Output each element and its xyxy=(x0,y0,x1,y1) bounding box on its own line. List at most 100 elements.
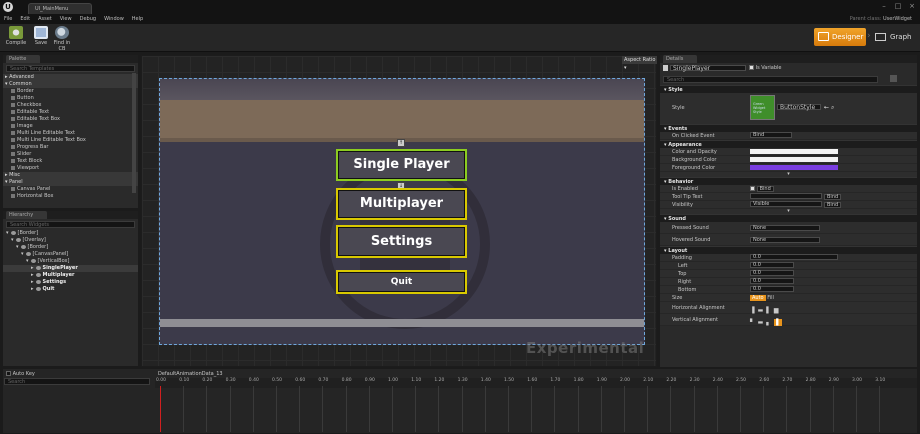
menu-help[interactable]: Help xyxy=(132,14,143,24)
v-align-buttons[interactable]: ▘▬▖▐ xyxy=(750,317,782,329)
quit-button[interactable]: Quit xyxy=(336,270,467,294)
menu-debug[interactable]: Debug xyxy=(80,14,96,24)
details-search-input[interactable]: Search xyxy=(663,76,878,83)
tooltip-bind-dropdown[interactable]: Bind xyxy=(824,194,842,200)
palette-item-border[interactable]: Border xyxy=(3,88,138,95)
is-enabled-bind-dropdown[interactable]: Bind xyxy=(756,185,774,192)
eye-icon[interactable] xyxy=(35,265,41,270)
palette-item-viewport[interactable]: Viewport xyxy=(3,165,138,172)
section-layout[interactable]: ▾ Layout xyxy=(660,246,917,254)
style-asset-dropdown[interactable]: ButtonStyle xyxy=(777,104,821,111)
palette-item-multiline-text[interactable]: Multi Line Editable Text xyxy=(3,130,138,137)
hierarchy-node-border-inner[interactable]: ▾ [Border] xyxy=(3,244,138,251)
palette-category-advanced[interactable]: ▸ Advanced xyxy=(3,74,138,81)
palette-category-panel[interactable]: ▾ Panel xyxy=(3,179,138,186)
section-events[interactable]: ▾ Events xyxy=(660,124,917,132)
hierarchy-search-input[interactable]: Search Widgets xyxy=(6,221,135,228)
hierarchy-node-settings[interactable]: ▸ Settings xyxy=(3,279,138,286)
eye-icon[interactable] xyxy=(35,279,41,284)
palette-item-multiline-text-box[interactable]: Multi Line Editable Text Box xyxy=(3,137,138,144)
eye-icon[interactable] xyxy=(35,286,41,291)
details-tab[interactable]: Details xyxy=(663,55,698,63)
padding-top-field[interactable]: 0.0 xyxy=(750,270,794,276)
palette-item-text-block[interactable]: Text Block xyxy=(3,158,138,165)
graph-mode-button[interactable]: Graph xyxy=(872,28,918,46)
find-in-cb-button[interactable]: Find in CB xyxy=(50,26,74,52)
eye-icon[interactable] xyxy=(10,230,16,235)
timeline-search-input[interactable]: Search xyxy=(4,378,150,385)
visibility-dropdown[interactable]: Visible xyxy=(750,201,822,207)
menu-file[interactable]: File xyxy=(4,14,12,24)
aspect-ratio-dropdown[interactable]: Aspect Ratio ▾ xyxy=(622,56,657,71)
palette-search-input[interactable]: Search Templates xyxy=(6,65,135,72)
palette-item-image[interactable]: Image xyxy=(3,123,138,130)
palette-item-slider[interactable]: Slider xyxy=(3,151,138,158)
padding-left-field[interactable]: 0.0 xyxy=(750,262,794,268)
hovered-sound-dropdown[interactable]: None xyxy=(750,237,820,243)
foreground-color-swatch[interactable] xyxy=(750,165,838,170)
use-asset-icon[interactable]: ← xyxy=(824,104,829,111)
eye-icon[interactable] xyxy=(30,258,36,263)
minimize-icon[interactable]: – xyxy=(878,2,890,11)
palette-item-canvas-panel[interactable]: Canvas Panel xyxy=(3,186,138,193)
single-player-button[interactable]: Single Player xyxy=(336,149,467,181)
eye-icon[interactable] xyxy=(25,251,31,256)
eye-icon[interactable] xyxy=(35,272,41,277)
hierarchy-tab[interactable]: Hierarchy xyxy=(6,211,48,219)
palette-tab[interactable]: Palette xyxy=(6,55,41,63)
palette-scrollbar[interactable] xyxy=(132,73,136,193)
palette-item-progress-bar[interactable]: Progress Bar xyxy=(3,144,138,151)
color-opacity-swatch[interactable] xyxy=(750,149,838,154)
menu-edit[interactable]: Edit xyxy=(20,14,30,24)
padding-right-field[interactable]: 0.0 xyxy=(750,278,794,284)
designer-mode-button[interactable]: Designer xyxy=(814,28,866,46)
background-color-swatch[interactable] xyxy=(750,157,838,162)
multiplayer-button[interactable]: Multiplayer xyxy=(336,188,467,220)
hierarchy-node-canvaspanel[interactable]: ▾ [CanvasPanel] xyxy=(3,251,138,258)
eye-icon[interactable] xyxy=(20,244,26,249)
menu-window[interactable]: Window xyxy=(104,14,124,24)
hierarchy-node-overlay[interactable]: ▾ [Overlay] xyxy=(3,237,138,244)
on-clicked-bind-dropdown[interactable]: Bind xyxy=(750,132,792,138)
playhead[interactable] xyxy=(160,386,161,432)
hierarchy-node-multiplayer[interactable]: ▸ Multiplayer xyxy=(3,272,138,279)
palette-item-horizontal-box[interactable]: Horizontal Box xyxy=(3,193,138,200)
document-tab[interactable]: UI_MainMenu xyxy=(28,3,92,14)
palette-item-editable-text-box[interactable]: Editable Text Box xyxy=(3,116,138,123)
is-enabled-checkbox[interactable] xyxy=(750,186,755,191)
eye-icon[interactable] xyxy=(15,237,21,242)
auto-key-toggle[interactable]: Auto Key xyxy=(6,371,35,377)
pressed-sound-dropdown[interactable]: None xyxy=(750,225,820,231)
compile-button[interactable]: Compile xyxy=(3,26,29,50)
padding-bottom-field[interactable]: 0.0 xyxy=(750,286,794,292)
hierarchy-node-verticalbox[interactable]: ▾ [VerticalBox] xyxy=(3,258,138,265)
section-style[interactable]: ▾ Style xyxy=(660,85,917,93)
close-icon[interactable]: × xyxy=(906,2,918,11)
palette-item-editable-text[interactable]: Editable Text xyxy=(3,109,138,116)
palette-category-common[interactable]: ▾ Common xyxy=(3,81,138,88)
maximize-icon[interactable]: □ xyxy=(892,2,904,11)
section-behavior[interactable]: ▾ Behavior xyxy=(660,177,917,185)
style-thumbnail[interactable]: Green Widget Style xyxy=(750,95,775,120)
palette-item-checkbox[interactable]: Checkbox xyxy=(3,102,138,109)
palette-category-misc[interactable]: ▸ Misc xyxy=(3,172,138,179)
is-variable-checkbox[interactable]: Is Variable xyxy=(749,65,782,71)
tooltip-text-field[interactable] xyxy=(750,193,822,199)
palette-item-button[interactable]: Button xyxy=(3,95,138,102)
size-fill-button[interactable]: Fill xyxy=(767,295,774,301)
menu-asset[interactable]: Asset xyxy=(38,14,52,24)
hierarchy-node-border[interactable]: ▾ [Border] xyxy=(3,230,138,237)
section-appearance[interactable]: ▾ Appearance xyxy=(660,140,917,148)
hierarchy-node-singleplayer[interactable]: ▸ SinglePlayer xyxy=(3,265,138,272)
widget-name-field[interactable]: SinglePlayer xyxy=(670,65,746,72)
hierarchy-node-quit[interactable]: ▸ Quit xyxy=(3,286,138,293)
view-options-icon[interactable] xyxy=(890,75,897,82)
anchor-handle-icon[interactable]: ↑ xyxy=(397,139,405,147)
section-sound[interactable]: ▾ Sound xyxy=(660,214,917,222)
size-auto-button[interactable]: Auto xyxy=(750,295,766,301)
menu-view[interactable]: View xyxy=(60,14,72,24)
visibility-bind-dropdown[interactable]: Bind xyxy=(824,202,842,208)
padding-field[interactable]: 0.0 xyxy=(750,254,838,260)
browse-asset-icon[interactable]: ⌕ xyxy=(831,104,834,112)
settings-button[interactable]: Settings xyxy=(336,225,467,258)
